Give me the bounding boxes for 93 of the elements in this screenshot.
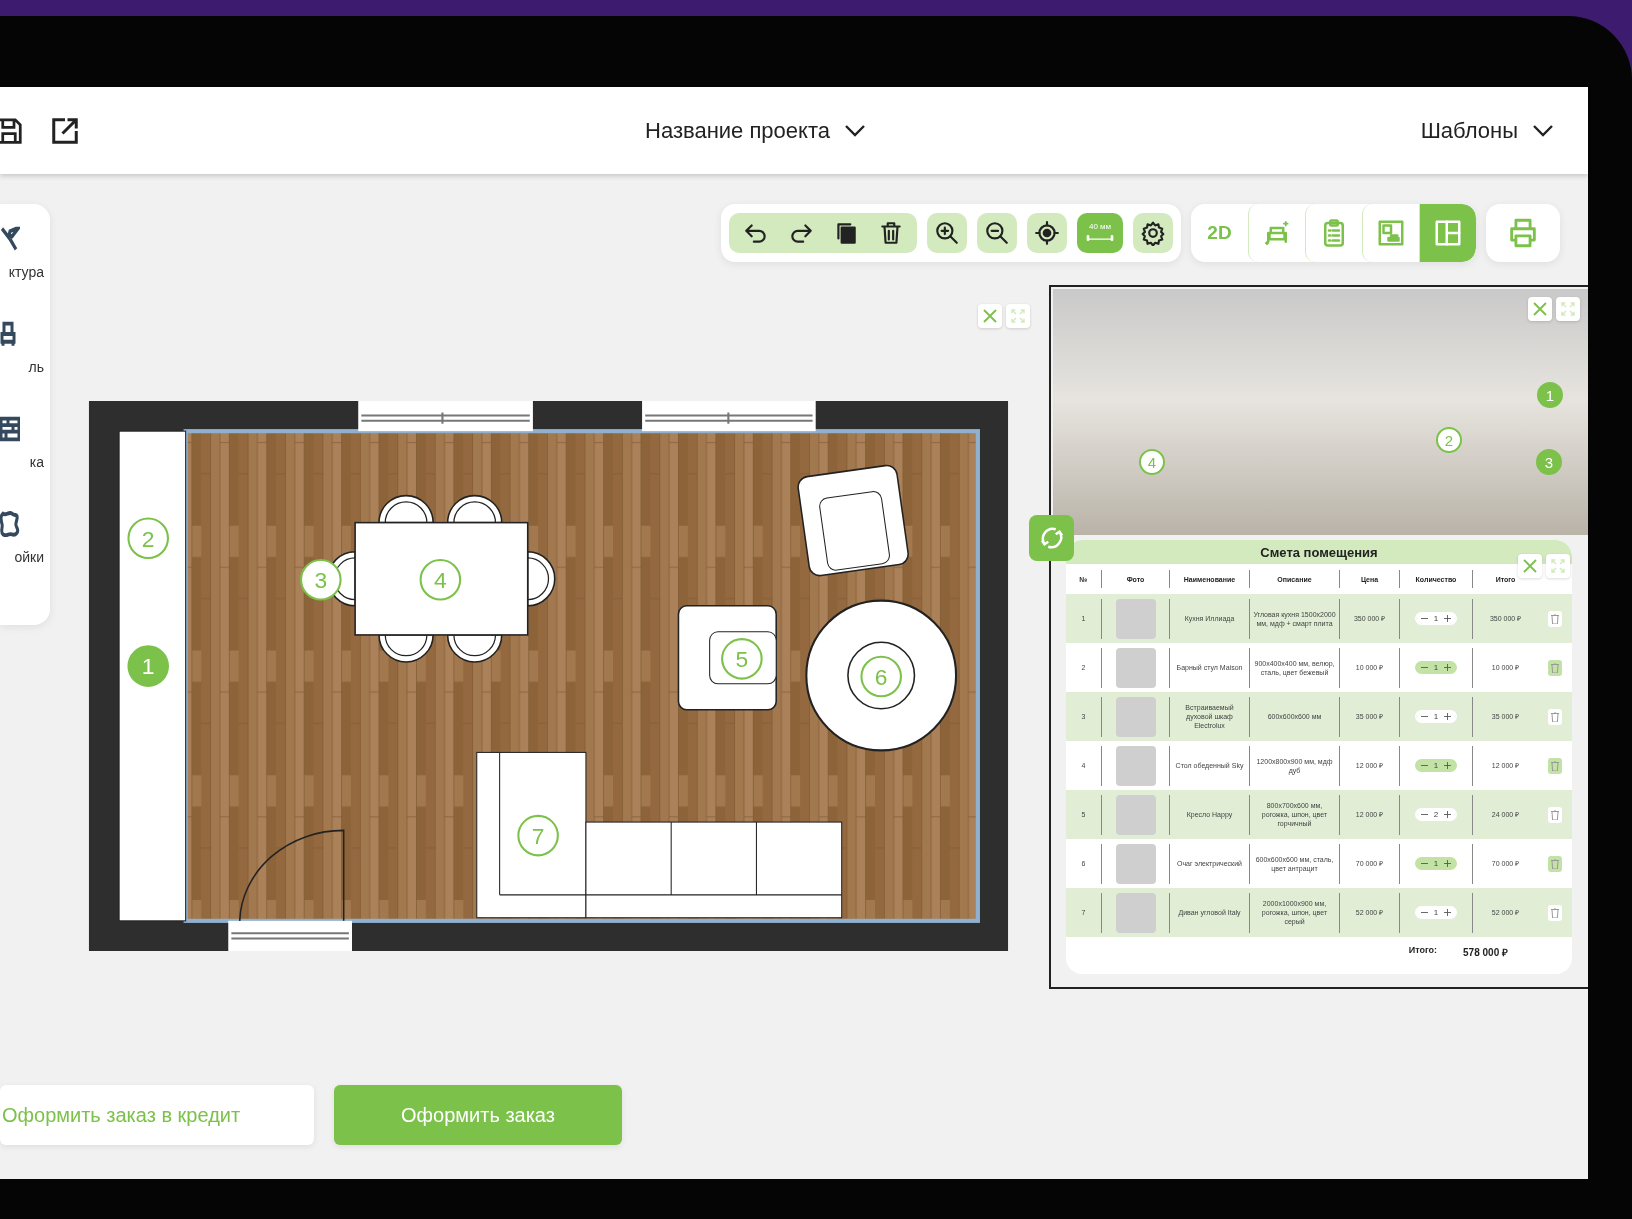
chair bbox=[378, 494, 434, 524]
number-marker[interactable]: 4 bbox=[419, 559, 462, 601]
number-marker[interactable]: 3 bbox=[300, 559, 342, 601]
plus-icon[interactable] bbox=[1444, 860, 1452, 867]
plus-icon[interactable] bbox=[1444, 762, 1452, 769]
ruler-button[interactable]: 40 мм bbox=[1077, 213, 1123, 253]
quantity-value: 1 bbox=[1433, 663, 1439, 672]
plus-icon[interactable] bbox=[1444, 713, 1452, 720]
close-icon bbox=[981, 307, 999, 325]
sidebar-item[interactable]: ойки bbox=[0, 511, 50, 606]
close-button[interactable] bbox=[1518, 554, 1542, 578]
project-title-dropdown[interactable]: Название проекта bbox=[645, 117, 866, 144]
view-tab[interactable] bbox=[1419, 204, 1476, 262]
expand-icon bbox=[1550, 558, 1566, 574]
close-button[interactable] bbox=[978, 304, 1002, 328]
quantity-stepper[interactable]: 1 bbox=[1414, 759, 1458, 772]
minus-icon[interactable] bbox=[1420, 811, 1428, 818]
trash-icon bbox=[1551, 858, 1559, 869]
chair bbox=[526, 551, 556, 607]
product-photo bbox=[1115, 696, 1156, 737]
quantity-value: 2 bbox=[1433, 810, 1439, 819]
quantity-value: 1 bbox=[1433, 761, 1439, 770]
product-photo bbox=[1115, 598, 1156, 639]
expand-icon bbox=[1560, 301, 1576, 317]
view-tab[interactable]: 2D bbox=[1191, 204, 1248, 262]
trash-icon bbox=[1551, 662, 1559, 673]
quantity-value: 1 bbox=[1433, 712, 1439, 721]
quantity-stepper[interactable]: 1 bbox=[1414, 906, 1458, 919]
quantity-value: 1 bbox=[1433, 614, 1439, 623]
trash-icon bbox=[1551, 613, 1559, 624]
quantity-stepper[interactable]: 1 bbox=[1414, 710, 1458, 723]
number-marker[interactable]: 6 bbox=[860, 655, 902, 698]
chevron-down-icon bbox=[844, 123, 866, 138]
number-marker[interactable]: 3 bbox=[1536, 449, 1562, 475]
credit-order-button[interactable]: Оформить заказ в кредит bbox=[0, 1085, 314, 1145]
expand-icon bbox=[1010, 308, 1026, 324]
number-marker[interactable]: 2 bbox=[1436, 427, 1462, 453]
product-photo bbox=[1115, 843, 1156, 884]
product-photo bbox=[1115, 794, 1156, 835]
product-photo bbox=[1115, 745, 1156, 786]
zoom-out-icon bbox=[984, 220, 1010, 246]
minus-icon[interactable] bbox=[1420, 860, 1428, 867]
zoom-in-button[interactable] bbox=[927, 213, 967, 253]
templates-dropdown[interactable]: Шаблоны bbox=[1420, 117, 1554, 144]
minus-icon[interactable] bbox=[1420, 909, 1428, 916]
number-marker[interactable]: 1 bbox=[127, 645, 169, 687]
trash-icon bbox=[1551, 711, 1559, 722]
number-marker[interactable]: 7 bbox=[517, 814, 559, 857]
sidebar-item[interactable]: ль bbox=[0, 321, 50, 416]
brick-icon bbox=[0, 416, 20, 442]
number-marker[interactable]: 5 bbox=[721, 638, 763, 680]
close-icon bbox=[1521, 557, 1539, 575]
product-photo bbox=[1115, 892, 1156, 933]
number-marker[interactable]: 1 bbox=[1537, 382, 1563, 408]
trash-icon bbox=[1551, 809, 1559, 820]
estimate-title: Смета помещения bbox=[1066, 540, 1572, 564]
order-button[interactable]: Оформить заказ bbox=[334, 1085, 622, 1145]
hide-shape-icon bbox=[0, 511, 20, 537]
zoom-out-button[interactable] bbox=[977, 213, 1017, 253]
settings-button[interactable] bbox=[1133, 213, 1173, 253]
swap-button[interactable] bbox=[1029, 515, 1074, 561]
minus-icon[interactable] bbox=[1420, 762, 1428, 769]
tools-icon bbox=[0, 226, 20, 252]
sidebar-item[interactable]: ка bbox=[0, 416, 50, 511]
product-photo bbox=[1115, 647, 1156, 688]
plus-icon[interactable] bbox=[1444, 615, 1452, 622]
close-icon bbox=[1531, 300, 1549, 318]
quantity-stepper[interactable]: 1 bbox=[1414, 661, 1458, 674]
settings-icon bbox=[1140, 220, 1166, 246]
close-button[interactable] bbox=[1528, 297, 1552, 321]
plus-icon[interactable] bbox=[1444, 664, 1452, 671]
quantity-value: 1 bbox=[1433, 859, 1439, 868]
crosshair-icon bbox=[1034, 220, 1060, 246]
chevron-down-icon bbox=[1532, 123, 1554, 138]
quantity-stepper[interactable]: 2 bbox=[1414, 808, 1458, 821]
minus-icon[interactable] bbox=[1420, 615, 1428, 622]
center-button[interactable] bbox=[1027, 213, 1067, 253]
quantity-stepper[interactable]: 1 bbox=[1414, 612, 1458, 625]
total-value: 578 000 ₽ bbox=[1463, 946, 1508, 959]
plus-icon[interactable] bbox=[1444, 811, 1452, 818]
trash-icon bbox=[1551, 907, 1559, 918]
sidebar-item[interactable]: ктура bbox=[0, 226, 50, 321]
plus-icon[interactable] bbox=[1444, 909, 1452, 916]
chair bbox=[446, 494, 503, 524]
quantity-stepper[interactable]: 1 bbox=[1414, 857, 1458, 870]
minus-icon[interactable] bbox=[1420, 664, 1428, 671]
total-label: Итого: bbox=[1408, 945, 1438, 957]
zoom-in-icon bbox=[934, 220, 960, 246]
number-marker[interactable]: 2 bbox=[127, 517, 169, 560]
quantity-value: 1 bbox=[1433, 908, 1439, 917]
minus-icon[interactable] bbox=[1420, 713, 1428, 720]
trash-icon bbox=[1551, 760, 1559, 771]
number-marker[interactable]: 4 bbox=[1139, 449, 1165, 475]
